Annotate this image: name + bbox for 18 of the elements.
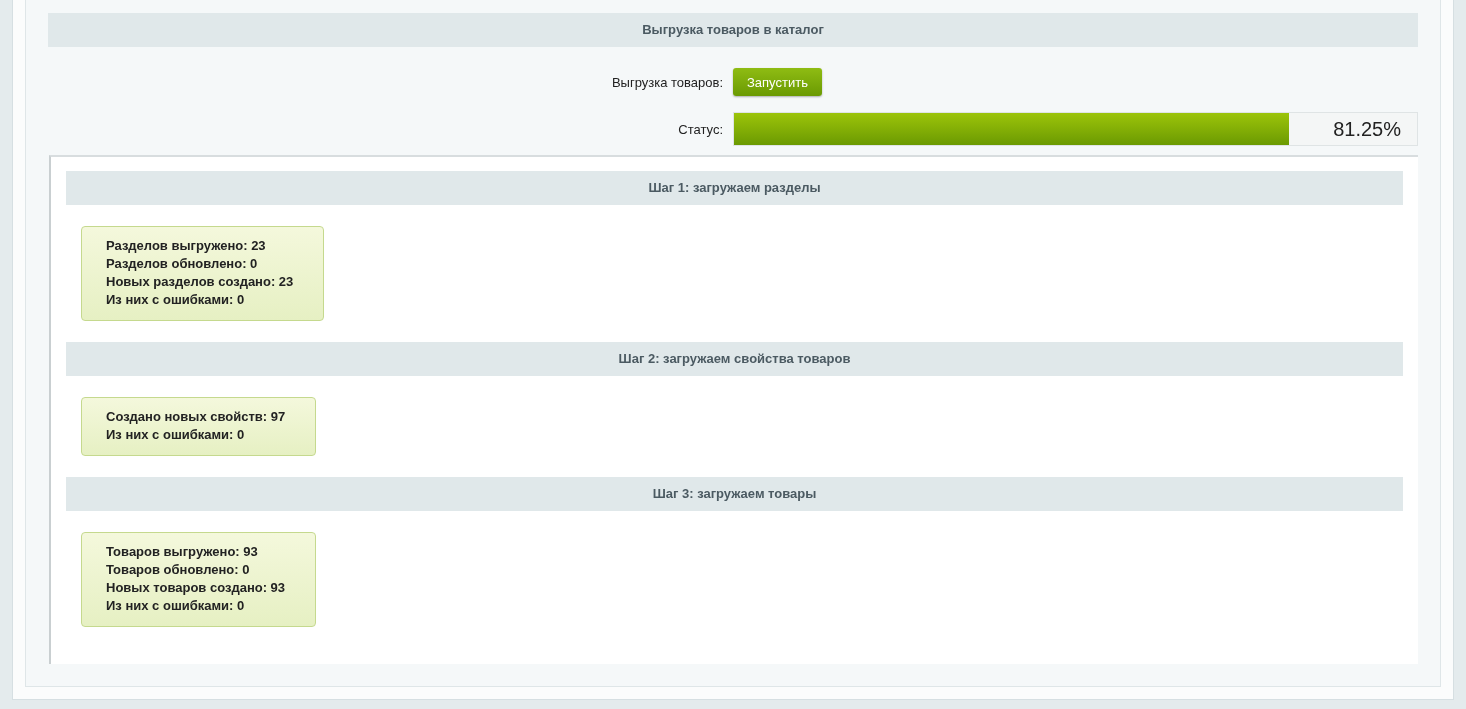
stat-line: Разделов выгружено: 23 [106, 237, 267, 255]
stat-line: Разделов обновлено: 0 [106, 255, 259, 273]
section-header: Выгрузка товаров в каталог [48, 13, 1418, 47]
stat-line: Из них с ошибками: 0 [106, 291, 246, 309]
stat-line: Из них с ошибками: 0 [106, 426, 246, 444]
run-button[interactable]: Запустить [733, 68, 822, 96]
step-header: Шаг 3: загружаем товары [66, 477, 1403, 511]
stat-line: Товаров выгружено: 93 [106, 543, 259, 561]
step-header: Шаг 2: загружаем свойства товаров [66, 342, 1403, 376]
progress-reading: 81.25% [1333, 117, 1401, 142]
step-header: Шаг 1: загружаем разделы [66, 171, 1403, 205]
stat-line: Создано новых свойств: 97 [106, 408, 286, 426]
stat-line: Новых разделов создано: 23 [106, 273, 294, 291]
stat-line: Из них с ошибками: 0 [106, 597, 246, 615]
field-label: Статус: [678, 121, 724, 137]
stat-line: Новых товаров создано: 93 [106, 579, 286, 597]
stat-line: Товаров обновлено: 0 [106, 561, 251, 579]
field-label: Выгрузка товаров: [611, 74, 724, 90]
